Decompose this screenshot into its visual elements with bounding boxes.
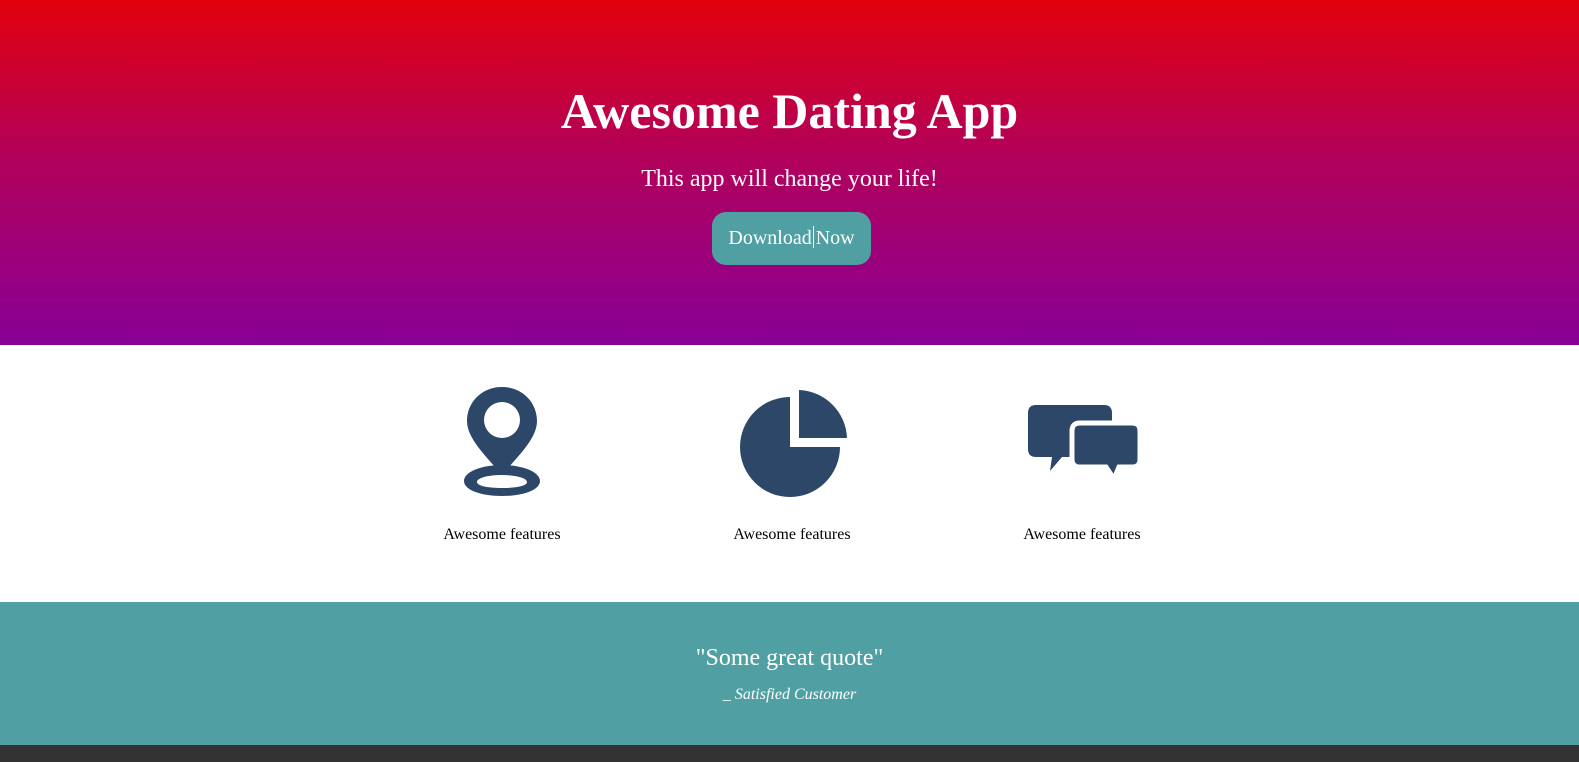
testimonial-author: _ Satisfied Customer [722,686,857,703]
testimonial-section: "Some great quote" _ Satisfied Customer [0,602,1579,745]
footer [0,745,1579,762]
feature-label: Awesome features [733,526,851,543]
chat-bubbles-icon [1022,387,1142,497]
pie-chart-icon [732,387,852,497]
map-marker-icon [442,387,562,497]
feature-label: Awesome features [1023,526,1141,543]
feature-item-chat: Awesome features [962,345,1202,602]
testimonial-quote: "Some great quote" [695,645,884,671]
feature-label: Awesome features [443,526,561,543]
text-cursor [812,226,814,248]
feature-item-location: Awesome features [382,345,622,602]
hero-section: Awesome Dating App This app will change … [0,0,1579,345]
download-button-label-end: Now [815,227,855,249]
feature-item-stats: Awesome features [672,345,912,602]
hero-subtitle: This app will change your life! [641,166,938,192]
app-title: Awesome Dating App [560,83,1019,139]
download-button-label-start: Download [728,227,812,249]
download-now-button[interactable]: Download Now [712,212,871,265]
features-section: Awesome features Awesome features Awesom… [0,345,1579,602]
